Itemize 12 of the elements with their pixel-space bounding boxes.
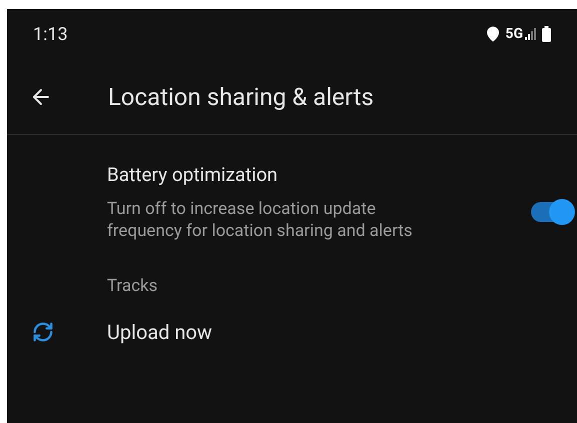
setting-title[interactable]: Upload now [107, 316, 212, 346]
sync-icon [32, 320, 54, 342]
page-title: Location sharing & alerts [108, 82, 374, 112]
section-header: Tracks [107, 276, 158, 296]
setting-title: Battery optimization [107, 162, 279, 188]
location-icon [485, 26, 502, 42]
battery-icon [542, 26, 551, 42]
status-time: 1:13 [33, 22, 68, 46]
setting-summary: Turn off to increase location update frequency for location sharing and alerts [107, 198, 414, 242]
network-type: 5G [505, 24, 523, 44]
toggle-switch[interactable] [531, 202, 573, 222]
signal-icon [525, 28, 537, 40]
